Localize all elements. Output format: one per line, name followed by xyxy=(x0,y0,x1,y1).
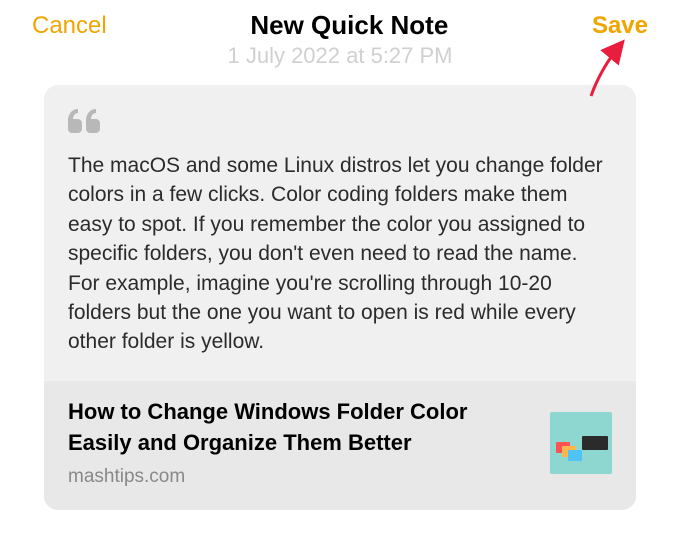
note-card: The macOS and some Linux distros let you… xyxy=(44,85,636,510)
header-bar: Cancel New Quick Note Save xyxy=(0,0,680,45)
link-preview[interactable]: How to Change Windows Folder Color Easil… xyxy=(44,381,636,511)
cancel-button[interactable]: Cancel xyxy=(32,12,107,40)
timestamp: 1 July 2022 at 5:27 PM xyxy=(0,43,680,69)
link-text-wrap: How to Change Windows Folder Color Easil… xyxy=(68,397,534,489)
quote-block: The macOS and some Linux distros let you… xyxy=(44,85,636,381)
quote-text: The macOS and some Linux distros let you… xyxy=(68,151,612,357)
link-domain: mashtips.com xyxy=(68,466,534,488)
quote-icon xyxy=(68,105,612,139)
link-thumbnail xyxy=(550,412,612,474)
page-title: New Quick Note xyxy=(250,10,448,41)
link-title: How to Change Windows Folder Color Easil… xyxy=(68,397,534,459)
save-button[interactable]: Save xyxy=(592,12,648,40)
